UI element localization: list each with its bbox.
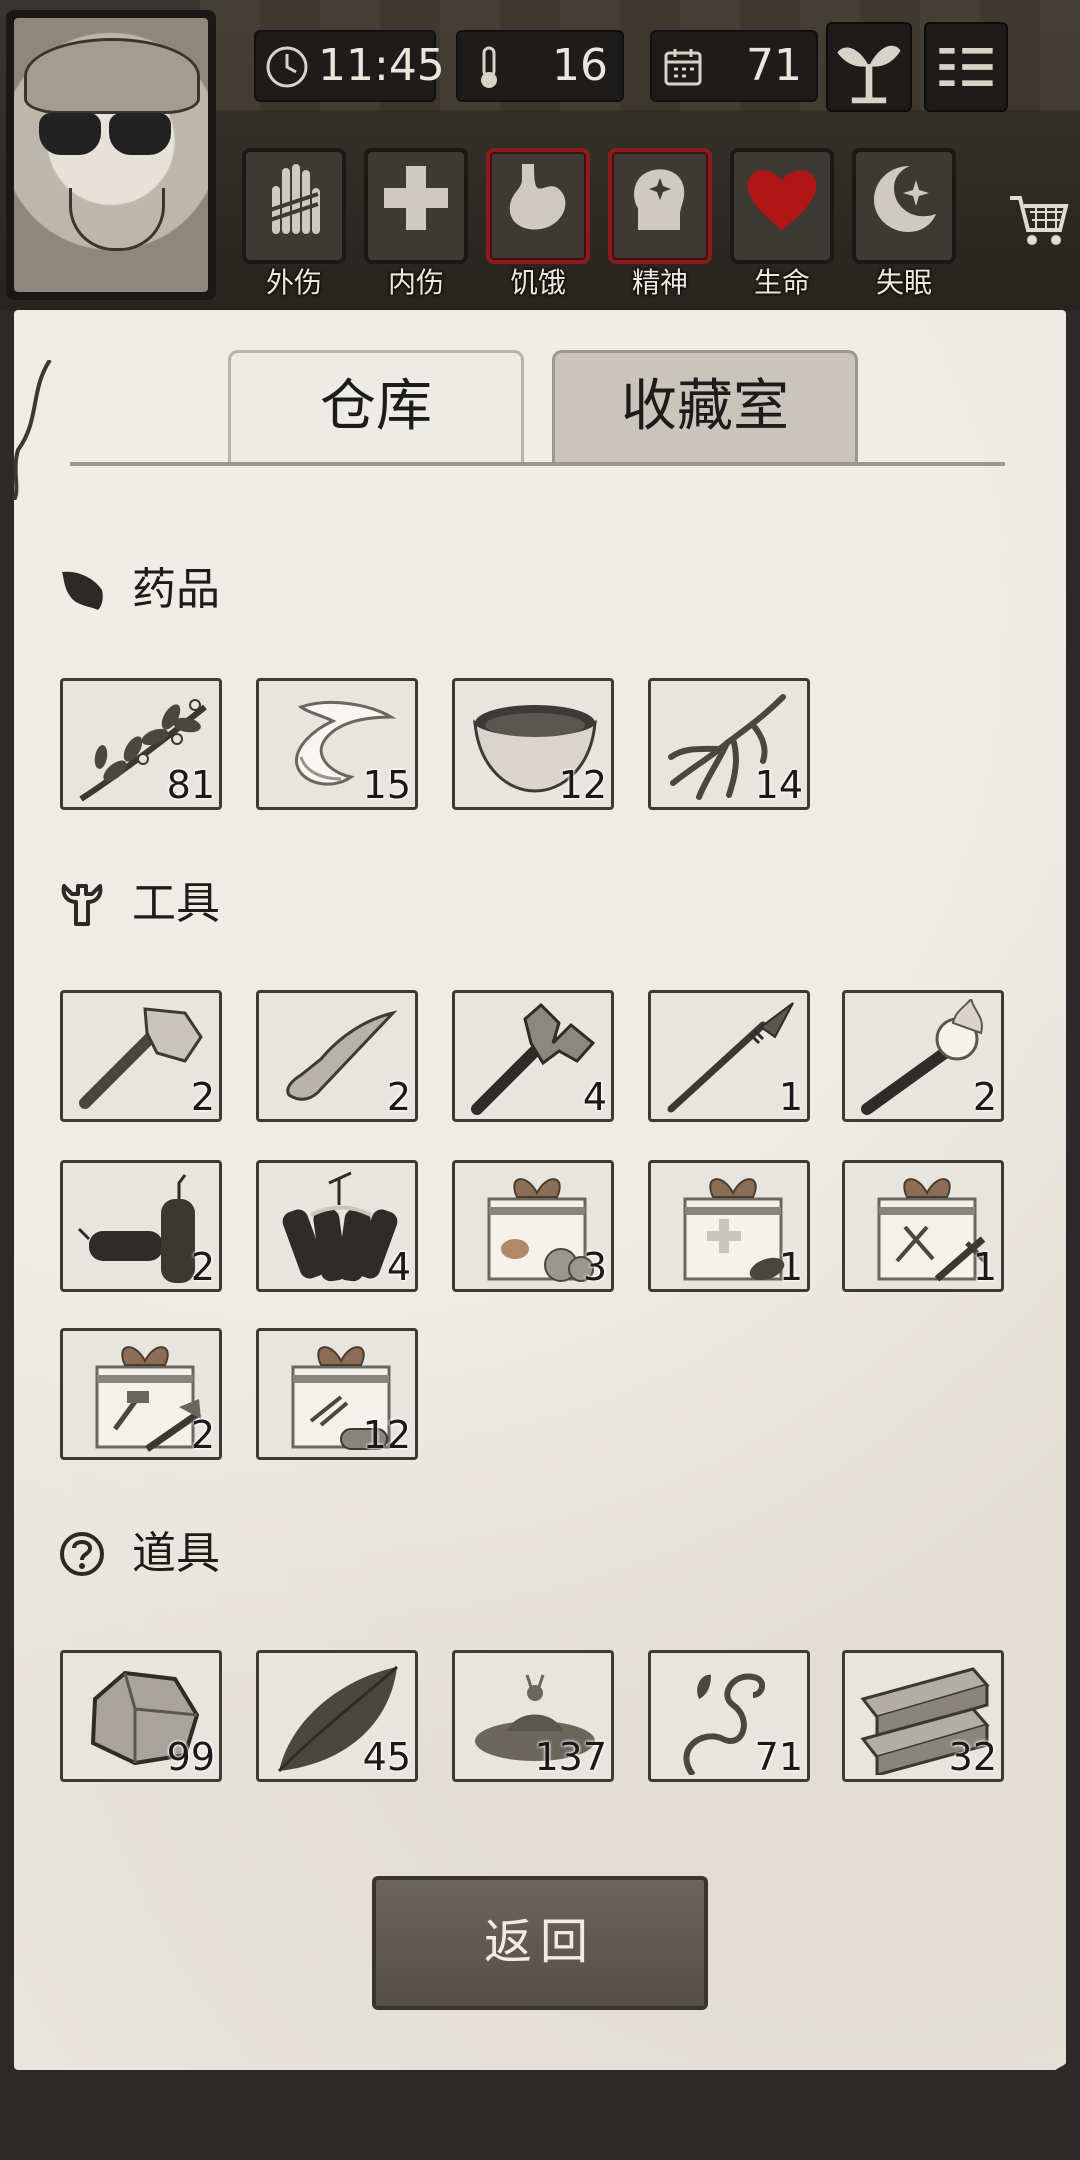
item-slot[interactable]: 2 — [60, 1160, 222, 1292]
status-label-internal-injury: 内伤 — [387, 266, 444, 299]
item-slot[interactable]: 2 — [60, 990, 222, 1122]
item-count: 2 — [190, 1075, 215, 1119]
item-slot[interactable]: 81 — [60, 678, 222, 810]
thermometer-icon — [481, 46, 497, 88]
item-count: 2 — [190, 1245, 215, 1289]
tab-divider — [70, 462, 1005, 466]
heart-icon — [747, 170, 817, 230]
item-count: 81 — [166, 763, 215, 807]
item-slot[interactable]: 2 — [256, 990, 418, 1122]
status-external-injury[interactable] — [242, 148, 346, 264]
hand-bandage-icon — [269, 164, 320, 234]
item-slot[interactable]: 2 — [60, 1328, 222, 1460]
item-count: 2 — [190, 1413, 215, 1457]
item-slot[interactable]: 14 — [648, 678, 810, 810]
sprout-icon — [837, 45, 901, 104]
vine-decoration — [900, 2057, 1078, 2153]
item-count: 1 — [778, 1075, 803, 1119]
item-slot[interactable]: 1 — [648, 990, 810, 1122]
status-label-health: 生命 — [753, 266, 810, 299]
sprout-button[interactable] — [826, 22, 912, 112]
item-slot[interactable]: 15 — [256, 678, 418, 810]
status-label-external-injury: 外伤 — [265, 266, 322, 299]
menu-button[interactable] — [924, 22, 1008, 112]
section-medicine-title: 药品 — [132, 564, 220, 615]
section-props-title: 道具 — [132, 1528, 220, 1579]
vine-decoration — [12, 360, 52, 500]
item-count: 3 — [582, 1245, 607, 1289]
item-count: 15 — [362, 763, 411, 807]
character-portrait[interactable] — [6, 10, 216, 300]
item-slot[interactable]: 4 — [452, 990, 614, 1122]
section-tools-title: 工具 — [132, 878, 220, 929]
back-button[interactable]: 返回 — [372, 1876, 708, 2010]
status-label-hunger: 饥饿 — [509, 266, 566, 299]
item-slot[interactable]: 3 — [452, 1160, 614, 1292]
time-display: 11:45 — [254, 30, 445, 102]
days-value: 71 — [746, 40, 802, 91]
item-slot[interactable]: 1 — [842, 1160, 1004, 1292]
status-internal-injury[interactable] — [364, 148, 468, 264]
wrench-icon — [61, 884, 103, 926]
item-count: 1 — [972, 1245, 997, 1289]
avatar — [14, 18, 208, 292]
status-hunger[interactable] — [486, 148, 590, 264]
time-value: 11:45 — [318, 40, 445, 91]
item-slot[interactable]: 2 — [842, 990, 1004, 1122]
item-count: 12 — [362, 1413, 411, 1457]
tab-warehouse[interactable]: 仓库 — [228, 350, 524, 462]
shopping-cart-icon[interactable] — [1006, 186, 1072, 252]
item-slot[interactable]: 12 — [452, 678, 614, 810]
days-display: 71 — [650, 30, 818, 102]
head-sparkle-icon — [634, 169, 685, 230]
question-circle-icon — [60, 1532, 104, 1576]
menu-list-icon — [939, 47, 993, 87]
status-spirit[interactable] — [608, 148, 712, 264]
temperature-value: 16 — [552, 40, 608, 91]
stomach-icon — [509, 164, 566, 230]
status-health[interactable] — [730, 148, 834, 264]
item-slot[interactable]: 12 — [256, 1328, 418, 1460]
item-count: 12 — [558, 763, 607, 807]
item-count: 2 — [972, 1075, 997, 1119]
item-count: 1 — [778, 1245, 803, 1289]
item-slot[interactable]: 4 — [256, 1160, 418, 1292]
tab-collection[interactable]: 收藏室 — [552, 350, 858, 462]
status-insomnia[interactable] — [852, 148, 956, 264]
temperature-display: 16 — [456, 30, 624, 102]
item-count: 4 — [582, 1075, 607, 1119]
item-slot[interactable]: 1 — [648, 1160, 810, 1292]
clock-icon — [266, 46, 308, 88]
item-count: 2 — [386, 1075, 411, 1119]
item-count: 4 — [386, 1245, 411, 1289]
calendar-icon — [664, 49, 702, 86]
status-label-insomnia: 失眠 — [875, 266, 932, 299]
moon-star-icon — [874, 166, 936, 232]
leaf-icon — [62, 571, 103, 610]
status-label-spirit: 精神 — [631, 266, 688, 299]
cross-icon — [384, 166, 448, 230]
item-count: 14 — [754, 763, 803, 807]
